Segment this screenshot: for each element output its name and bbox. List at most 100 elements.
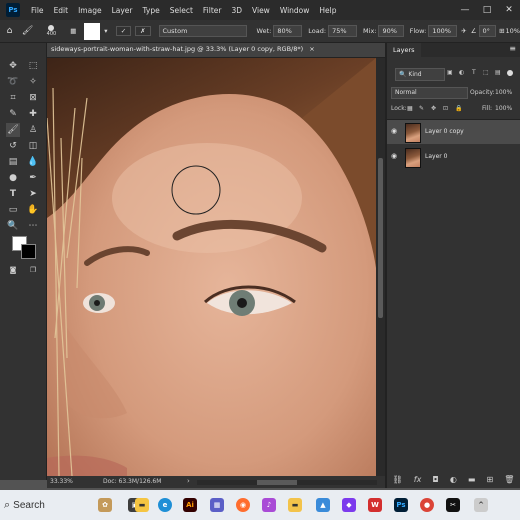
history-brush-tool-icon[interactable]: ↺ — [6, 139, 20, 153]
type-tool-icon[interactable]: T — [6, 187, 20, 201]
brush-preset-picker[interactable]: 400 — [36, 25, 66, 37]
scrollbar-thumb[interactable] — [378, 158, 383, 318]
layers-tab[interactable]: Layers — [387, 43, 421, 57]
adjustment-filter-icon[interactable]: ◐ — [459, 69, 464, 76]
eyedropper-tool-icon[interactable]: ✎ — [6, 107, 20, 121]
taskbar-search[interactable]: ⌕ Search — [0, 493, 92, 517]
status-menu-icon[interactable]: › — [187, 477, 190, 485]
menu-image[interactable]: Image — [73, 6, 107, 15]
brush-panel-icon[interactable]: ▦ — [67, 27, 80, 35]
adobe-illustrator-icon[interactable]: Ai — [183, 498, 197, 512]
menu-file[interactable]: File — [26, 6, 49, 15]
podcasts-icon[interactable]: ♪ — [262, 498, 276, 512]
healing-brush-tool-icon[interactable]: ✚ — [26, 107, 40, 121]
firefox-icon[interactable]: ◉ — [236, 498, 250, 512]
visibility-eye-icon[interactable]: ◉ — [391, 128, 399, 135]
rectangle-tool-icon[interactable]: ▭ — [6, 203, 20, 217]
document-tab[interactable]: sideways-portrait-woman-with-straw-hat.j… — [47, 43, 385, 58]
vertical-scrollbar[interactable] — [376, 58, 385, 476]
pen-tool-icon[interactable]: ✒ — [26, 171, 40, 185]
kind-filter-select[interactable]: 🔍 Kind — [395, 68, 445, 81]
capcut-icon[interactable]: ✂ — [446, 498, 460, 512]
type-filter-icon[interactable]: T — [472, 69, 476, 76]
quick-mask-icon[interactable]: ◙ — [6, 263, 20, 277]
files-icon[interactable]: ▬ — [288, 498, 302, 512]
menu-window[interactable]: Window — [275, 6, 315, 15]
lock-all-icon[interactable]: 🔒 — [455, 105, 462, 112]
photoshop-logo[interactable]: Ps — [6, 3, 20, 17]
maximize-button[interactable]: □ — [476, 5, 498, 15]
menu-type[interactable]: Type — [138, 6, 165, 15]
new-layer-icon[interactable]: ⊞ — [487, 475, 494, 484]
clean-brush-icon[interactable]: ✗ — [135, 26, 151, 36]
load-brush-icon[interactable]: ✓ — [115, 26, 132, 36]
flow-field[interactable]: 100% — [428, 25, 458, 37]
hand-tool-icon[interactable]: ✋ — [26, 203, 40, 217]
wet-field[interactable]: 80% — [273, 25, 303, 37]
chrome-icon[interactable]: ● — [420, 498, 434, 512]
opacity-field[interactable]: 100% — [495, 89, 512, 96]
file-explorer-icon[interactable]: ▬ — [135, 498, 149, 512]
lock-transparent-icon[interactable]: ▦ — [407, 105, 413, 112]
current-load-swatch[interactable] — [84, 22, 101, 40]
group-icon[interactable]: ▬ — [468, 475, 476, 484]
layer-row-layer-0[interactable]: ◉ Layer 0 — [387, 145, 520, 169]
adjustment-icon[interactable]: ◐ — [450, 475, 457, 484]
load-field[interactable]: 75% — [328, 25, 358, 37]
minimize-button[interactable]: — — [454, 5, 476, 15]
pixel-filter-icon[interactable]: ▣ — [447, 69, 453, 76]
photoshop-taskbar-icon[interactable]: Ps — [394, 498, 408, 512]
blur-tool-icon[interactable]: 💧 — [26, 155, 40, 169]
mix-field[interactable]: 90% — [378, 25, 404, 37]
path-selection-tool-icon[interactable]: ➤ — [26, 187, 40, 201]
mixer-brush-tool-icon[interactable]: 🖌 — [19, 26, 36, 36]
layer-name[interactable]: Layer 0 copy — [425, 128, 464, 135]
more-tools-icon[interactable]: ⋯ — [26, 219, 40, 233]
menu-view[interactable]: View — [247, 6, 275, 15]
crop-tool-icon[interactable]: ⌗ — [6, 91, 20, 105]
edge-icon[interactable]: e — [158, 498, 172, 512]
filter-toggle-icon[interactable] — [507, 70, 513, 76]
fx-icon[interactable]: fx — [414, 475, 422, 484]
grid-app-icon[interactable]: ▦ — [210, 498, 224, 512]
sticker-icon[interactable]: ✿ — [98, 498, 112, 512]
fill-field[interactable]: 100% — [495, 105, 512, 112]
lock-image-icon[interactable]: ✎ — [419, 105, 424, 112]
shape-filter-icon[interactable]: ⬚ — [483, 69, 489, 76]
marquee-tool-icon[interactable]: ⬚ — [26, 59, 40, 73]
photos-icon[interactable]: ▲ — [316, 498, 330, 512]
blend-preset-select[interactable]: Custom — [158, 25, 247, 37]
magic-wand-tool-icon[interactable]: ✧ — [26, 75, 40, 89]
image-canvas[interactable] — [47, 58, 376, 476]
panel-menu-icon[interactable]: ≡ — [509, 44, 516, 53]
horizontal-scrollbar[interactable] — [197, 480, 377, 485]
eraser-tool-icon[interactable]: ◫ — [26, 139, 40, 153]
mixer-brush-tool-icon[interactable]: 🖌 — [6, 123, 20, 137]
lasso-tool-icon[interactable]: ➰ — [6, 75, 20, 89]
blend-mode-select[interactable]: Normal — [391, 87, 468, 99]
lock-artboard-icon[interactable]: ⊡ — [443, 105, 448, 112]
airbrush-icon[interactable]: ✈ — [461, 27, 466, 35]
zoom-level[interactable]: 33.33% — [50, 478, 73, 485]
link-icon[interactable]: ⛓ — [393, 475, 403, 484]
load-options-dropdown[interactable]: ▾ — [104, 27, 112, 35]
menu-edit[interactable]: Edit — [49, 6, 74, 15]
angle-field[interactable]: 0° — [478, 25, 497, 37]
layer-row-layer-0-copy[interactable]: ◉ Layer 0 copy — [387, 120, 520, 144]
wps-icon[interactable]: W — [368, 498, 382, 512]
smoothing-field[interactable]: 10% — [506, 27, 520, 35]
menu-3d[interactable]: 3D — [226, 6, 247, 15]
lock-position-icon[interactable]: ✥ — [431, 105, 436, 112]
dodge-tool-icon[interactable]: ● — [6, 171, 20, 185]
system-tray-icon[interactable]: ^ — [474, 498, 488, 512]
frame-tool-icon[interactable]: ⊠ — [26, 91, 40, 105]
clone-stamp-tool-icon[interactable]: ♙ — [26, 123, 40, 137]
menu-filter[interactable]: Filter — [198, 6, 227, 15]
background-color-swatch[interactable] — [21, 244, 36, 259]
home-icon[interactable]: ⌂ — [0, 26, 19, 36]
smart-object-filter-icon[interactable]: ▤ — [495, 69, 501, 76]
gradient-tool-icon[interactable]: ▤ — [6, 155, 20, 169]
move-tool-icon[interactable]: ✥ — [6, 59, 20, 73]
visibility-eye-icon[interactable]: ◉ — [391, 153, 399, 160]
purple-app-icon[interactable]: ◆ — [342, 498, 356, 512]
